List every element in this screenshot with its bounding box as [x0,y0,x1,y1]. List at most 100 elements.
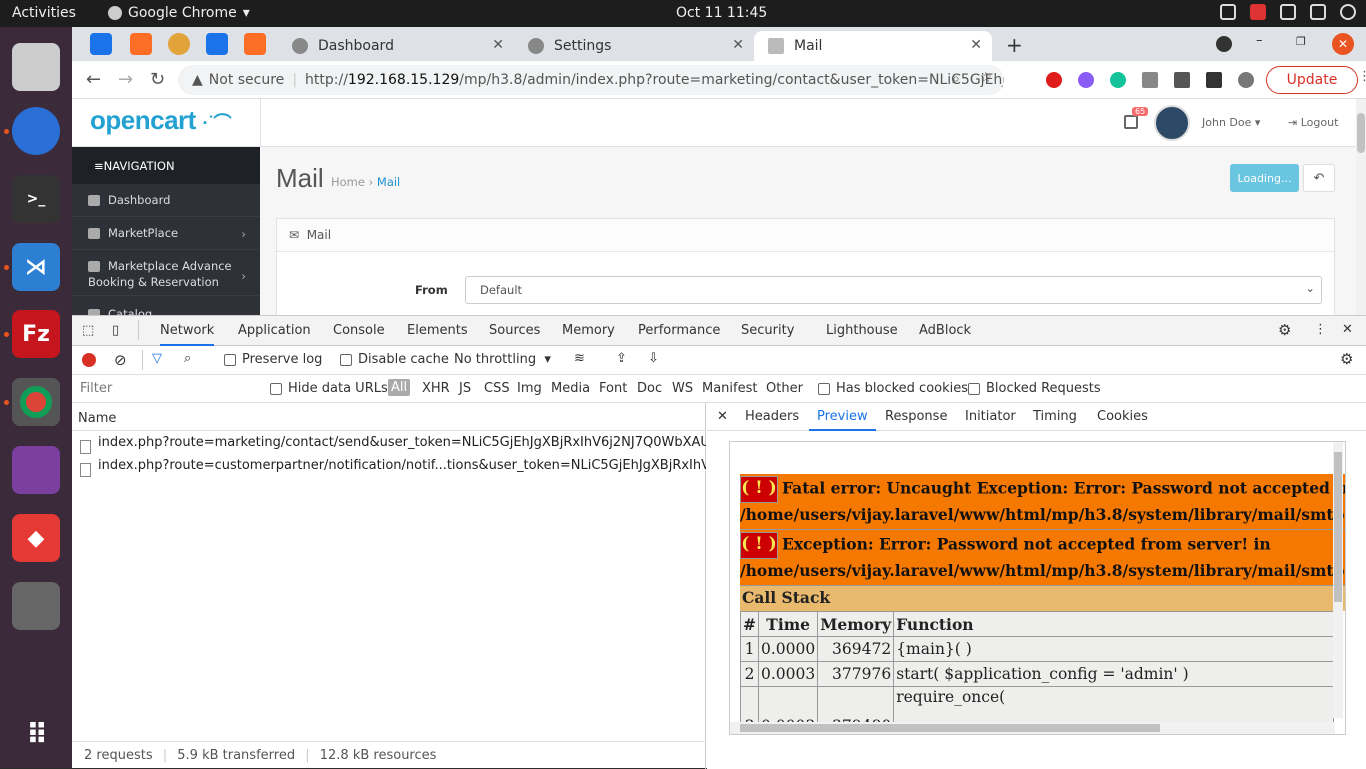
sidebar-item-booking[interactable]: Marketplace Advance Booking & Reservation… [72,250,260,296]
tab-initiator[interactable]: Initiator [965,409,1016,424]
tab-preview[interactable]: Preview [809,409,876,431]
profile-icon[interactable] [1238,72,1254,88]
tab-timing[interactable]: Timing [1033,409,1077,424]
puzzle-icon[interactable] [1174,72,1190,88]
show-apps-icon[interactable]: ⠿ [12,710,60,758]
back-button[interactable]: ↶ [1303,164,1335,192]
tab-search-icon[interactable] [1216,36,1232,52]
terminal-icon[interactable]: >_ [12,175,60,223]
tab-mail[interactable]: Mail ✕ [754,31,992,61]
user-menu[interactable]: John Doe ▾ [1202,116,1260,129]
filter-all[interactable]: All [388,379,411,396]
address-bar[interactable]: ▲ Not secure | http://192.168.15.129/mp/… [178,65,1004,95]
tab-network[interactable]: Network [160,323,215,346]
warning-icon[interactable]: ▲ [192,72,203,88]
name-column-header[interactable]: Name [72,403,706,431]
pinned-tab[interactable] [90,33,112,55]
zoom-icon[interactable]: ⌕ [952,71,960,87]
clear-icon[interactable]: ⊘ [114,351,127,369]
search-icon[interactable]: ⌕ [184,351,191,366]
media-icon[interactable] [1206,72,1222,88]
tab-response[interactable]: Response [885,409,947,424]
breadcrumb-current[interactable]: Mail [377,175,400,189]
forward-icon[interactable]: → [118,69,133,90]
filter-js[interactable]: JS [459,381,471,396]
scrollbar-thumb[interactable] [740,724,1160,732]
files-icon[interactable] [12,43,60,91]
logout-link[interactable]: ⇥ Logout [1288,116,1338,129]
tab-lighthouse[interactable]: Lighthouse [826,323,898,338]
activities-button[interactable]: Activities [12,5,76,21]
inspect-icon[interactable]: ⬚ [82,323,94,338]
vscode-icon[interactable]: ⋊ [12,243,60,291]
breadcrumb-home[interactable]: Home [331,175,365,189]
tab-dashboard[interactable]: Dashboard ✕ [278,31,514,61]
close-icon[interactable]: ✕ [1342,322,1353,337]
filter-other[interactable]: Other [766,381,803,396]
clock[interactable]: Oct 11 11:45 [676,5,767,21]
tab-sources[interactable]: Sources [489,323,540,338]
filter-manifest[interactable]: Manifest [702,381,757,396]
tab-settings[interactable]: Settings ✕ [514,31,754,61]
pinned-tab[interactable] [168,33,190,55]
device-toolbar-icon[interactable]: ▯ [112,323,119,338]
thunderbird-icon[interactable] [12,107,60,155]
extension-icon[interactable] [1142,72,1158,88]
app-menu[interactable]: Google Chrome ▾ [108,5,250,21]
tab-console[interactable]: Console [333,323,385,338]
pinned-tab[interactable] [130,33,152,55]
gear-icon[interactable]: ⚙ [1340,350,1353,368]
close-icon[interactable]: ✕ [492,37,504,53]
upload-icon[interactable]: ⇪ [616,351,627,366]
opencart-logo[interactable]: opencart ·˙⌒ [90,105,232,136]
filter-input[interactable]: Filter [78,379,258,399]
filter-media[interactable]: Media [551,381,590,396]
filezilla-icon[interactable]: Fz [12,310,60,358]
scrollbar-thumb[interactable] [1357,113,1365,153]
filter-font[interactable]: Font [599,381,627,396]
request-row[interactable]: index.php?route=marketing/contact/send&u… [72,435,706,458]
bookmark-star-icon[interactable]: ☆ [979,70,992,86]
tab-security[interactable]: Security [741,323,794,338]
sidebar-item-marketplace[interactable]: MarketPlace › [72,217,260,250]
record-icon[interactable] [82,353,96,367]
sidebar-item-dashboard[interactable]: Dashboard [72,184,260,217]
filter-css[interactable]: CSS [484,381,510,396]
menu-icon[interactable]: ⋮ [1358,69,1366,84]
close-icon[interactable]: ✕ [732,37,744,53]
anydesk-icon[interactable]: ◆ [12,514,60,562]
filter-xhr[interactable]: XHR [422,381,450,396]
throttling-select[interactable]: No throttling ▾ [454,352,551,367]
video-editor-icon[interactable] [12,446,60,494]
filter-icon[interactable]: ▽ [152,351,162,366]
maximize-button[interactable]: ❐ [1296,35,1306,48]
new-tab-button[interactable]: + [1006,33,1023,57]
close-icon[interactable]: ✕ [717,409,728,424]
preserve-log-checkbox[interactable]: Preserve log [224,352,322,367]
preview-vertical-scrollbar[interactable] [1333,442,1343,718]
request-row[interactable]: index.php?route=customerpartner/notifica… [72,458,706,481]
gear-icon[interactable]: ⚙ [1278,321,1291,339]
from-select[interactable]: Default ⌄ [465,276,1322,304]
chrome-icon[interactable] [12,378,60,426]
pinned-tab[interactable] [244,33,266,55]
blocked-requests-checkbox[interactable]: Blocked Requests [968,381,1101,396]
tab-memory[interactable]: Memory [562,323,615,338]
close-icon[interactable]: ✕ [970,37,982,53]
preview-horizontal-scrollbar[interactable] [730,722,1335,734]
download-icon[interactable]: ⇩ [648,351,659,366]
extension-icon[interactable] [1046,72,1062,88]
tab-adblock[interactable]: AdBlock [919,323,971,338]
tab-elements[interactable]: Elements [407,323,468,338]
extension-icon[interactable] [1078,72,1094,88]
system-tray[interactable] [1220,4,1356,20]
disable-cache-checkbox[interactable]: Disable cache [340,352,449,367]
tab-application[interactable]: Application [238,323,311,338]
hide-data-urls-checkbox[interactable]: Hide data URLs [270,381,388,396]
tab-performance[interactable]: Performance [638,323,720,338]
page-scrollbar[interactable] [1356,99,1366,315]
sidebar-item-catalog[interactable]: Catalog [72,299,260,315]
filter-doc[interactable]: Doc [637,381,662,396]
tab-cookies[interactable]: Cookies [1097,409,1148,424]
update-button[interactable]: Update [1266,66,1358,94]
